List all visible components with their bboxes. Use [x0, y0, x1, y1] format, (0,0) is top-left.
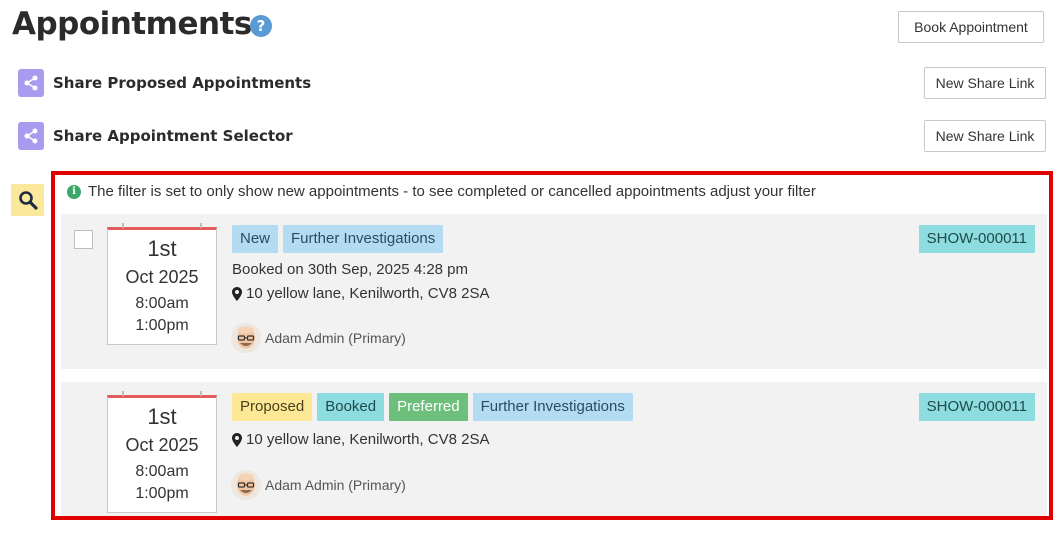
calendar-date: 1st Oct 2025 8:00am 1:00pm: [107, 223, 217, 345]
status-badge: Further Investigations: [472, 393, 633, 421]
calendar-month: Oct 2025: [125, 435, 199, 455]
share-proposed-row: Share Proposed Appointments: [18, 68, 311, 98]
status-badge: Proposed: [232, 393, 313, 421]
map-pin-icon: [232, 432, 242, 447]
address-text: 10 yellow lane, Kenilworth, CV8 2SA: [246, 431, 490, 448]
help-icon[interactable]: ?: [250, 15, 272, 37]
avatar: [231, 470, 261, 500]
attendee-name: Adam Admin (Primary): [265, 330, 406, 346]
filter-info: i The filter is set to only show new app…: [67, 183, 816, 200]
calendar-day: 1st: [147, 404, 177, 429]
address: 10 yellow lane, Kenilworth, CV8 2SA: [232, 431, 489, 448]
address: 10 yellow lane, Kenilworth, CV8 2SA: [232, 285, 489, 302]
status-badge: New: [232, 225, 279, 253]
status-badge: Booked: [317, 393, 385, 421]
info-icon: i: [67, 184, 81, 199]
search-icon: [18, 191, 38, 210]
page-title: Appointments: [12, 6, 252, 42]
appointment-card[interactable]: 1st Oct 2025 8:00am 1:00pm New Further I…: [61, 214, 1047, 369]
map-pin-icon: [232, 286, 242, 301]
status-tags: Proposed Booked Preferred Further Invest…: [232, 393, 633, 421]
book-appointment-button[interactable]: Book Appointment: [898, 11, 1044, 43]
share-icon: [18, 122, 44, 150]
end-time: 1:00pm: [135, 485, 189, 502]
status-tags: New Further Investigations: [232, 225, 444, 253]
attendee-name: Adam Admin (Primary): [265, 477, 406, 493]
filter-message: The filter is set to only show new appoi…: [88, 183, 816, 200]
attendee: Adam Admin (Primary): [231, 470, 406, 500]
search-filter-button[interactable]: [11, 184, 44, 216]
status-badge: Further Investigations: [283, 225, 444, 253]
appointment-checkbox[interactable]: [74, 230, 93, 249]
calendar-month: Oct 2025: [125, 267, 199, 287]
share-icon: [18, 69, 44, 97]
new-share-link-button[interactable]: New Share Link: [924, 120, 1046, 152]
calendar-day: 1st: [147, 236, 177, 261]
booked-on-text: Booked on 30th Sep, 2025 4:28 pm: [232, 261, 469, 278]
start-time: 8:00am: [135, 463, 189, 480]
status-badge: Preferred: [389, 393, 468, 421]
attendee: Adam Admin (Primary): [231, 323, 406, 353]
end-time: 1:00pm: [135, 317, 189, 334]
share-proposed-label: Share Proposed Appointments: [53, 74, 312, 92]
start-time: 8:00am: [135, 295, 189, 312]
reference-badge[interactable]: SHOW-000011: [918, 225, 1035, 253]
share-selector-row: Share Appointment Selector: [18, 121, 293, 151]
new-share-link-button[interactable]: New Share Link: [924, 67, 1046, 99]
address-text: 10 yellow lane, Kenilworth, CV8 2SA: [246, 285, 490, 302]
reference-badge[interactable]: SHOW-000011: [918, 393, 1035, 421]
appointments-list: i The filter is set to only show new app…: [51, 171, 1053, 520]
share-selector-label: Share Appointment Selector: [53, 127, 293, 145]
calendar-date: 1st Oct 2025 8:00am 1:00pm: [107, 391, 217, 513]
avatar: [231, 323, 261, 353]
appointment-card[interactable]: 1st Oct 2025 8:00am 1:00pm Proposed Book…: [61, 382, 1047, 516]
